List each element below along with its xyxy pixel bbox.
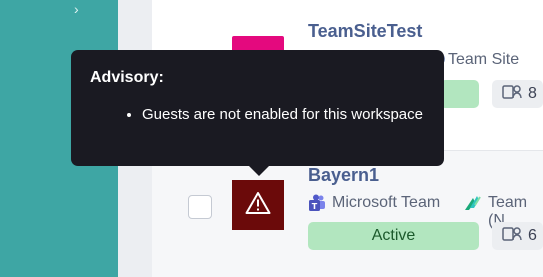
member-count[interactable]: 8 <box>492 80 543 108</box>
member-count-value: 8 <box>528 85 537 102</box>
warning-icon[interactable] <box>245 191 271 220</box>
svg-text:T: T <box>312 202 318 211</box>
members-icon <box>502 225 522 248</box>
status-badge: Active <box>308 222 479 250</box>
advisory-list: Guests are not enabled for this workspac… <box>142 105 425 125</box>
advisory-item: Guests are not enabled for this workspac… <box>142 105 425 125</box>
tooltip-title: Advisory: <box>90 69 164 86</box>
member-count[interactable]: 6 <box>492 222 543 250</box>
members-icon <box>502 83 522 106</box>
teams-icon: T <box>308 194 326 212</box>
row-select-checkbox[interactable] <box>188 195 212 219</box>
workspace-type-label: Microsoft Team <box>332 194 441 211</box>
tooltip-arrow <box>248 165 270 176</box>
workspace-name[interactable]: TeamSiteTest <box>308 21 422 42</box>
workspace-name[interactable]: Bayern1 <box>308 165 379 186</box>
workspace-type-label: Team Site <box>448 51 520 68</box>
member-count-value: 6 <box>528 227 537 244</box>
status-badge <box>440 80 479 108</box>
workspace-tile[interactable] <box>232 180 284 230</box>
chevron-right-icon[interactable]: › <box>74 2 79 16</box>
template-icon <box>462 193 482 213</box>
advisory-tooltip: Advisory: Guests are not enabled for thi… <box>71 50 444 166</box>
